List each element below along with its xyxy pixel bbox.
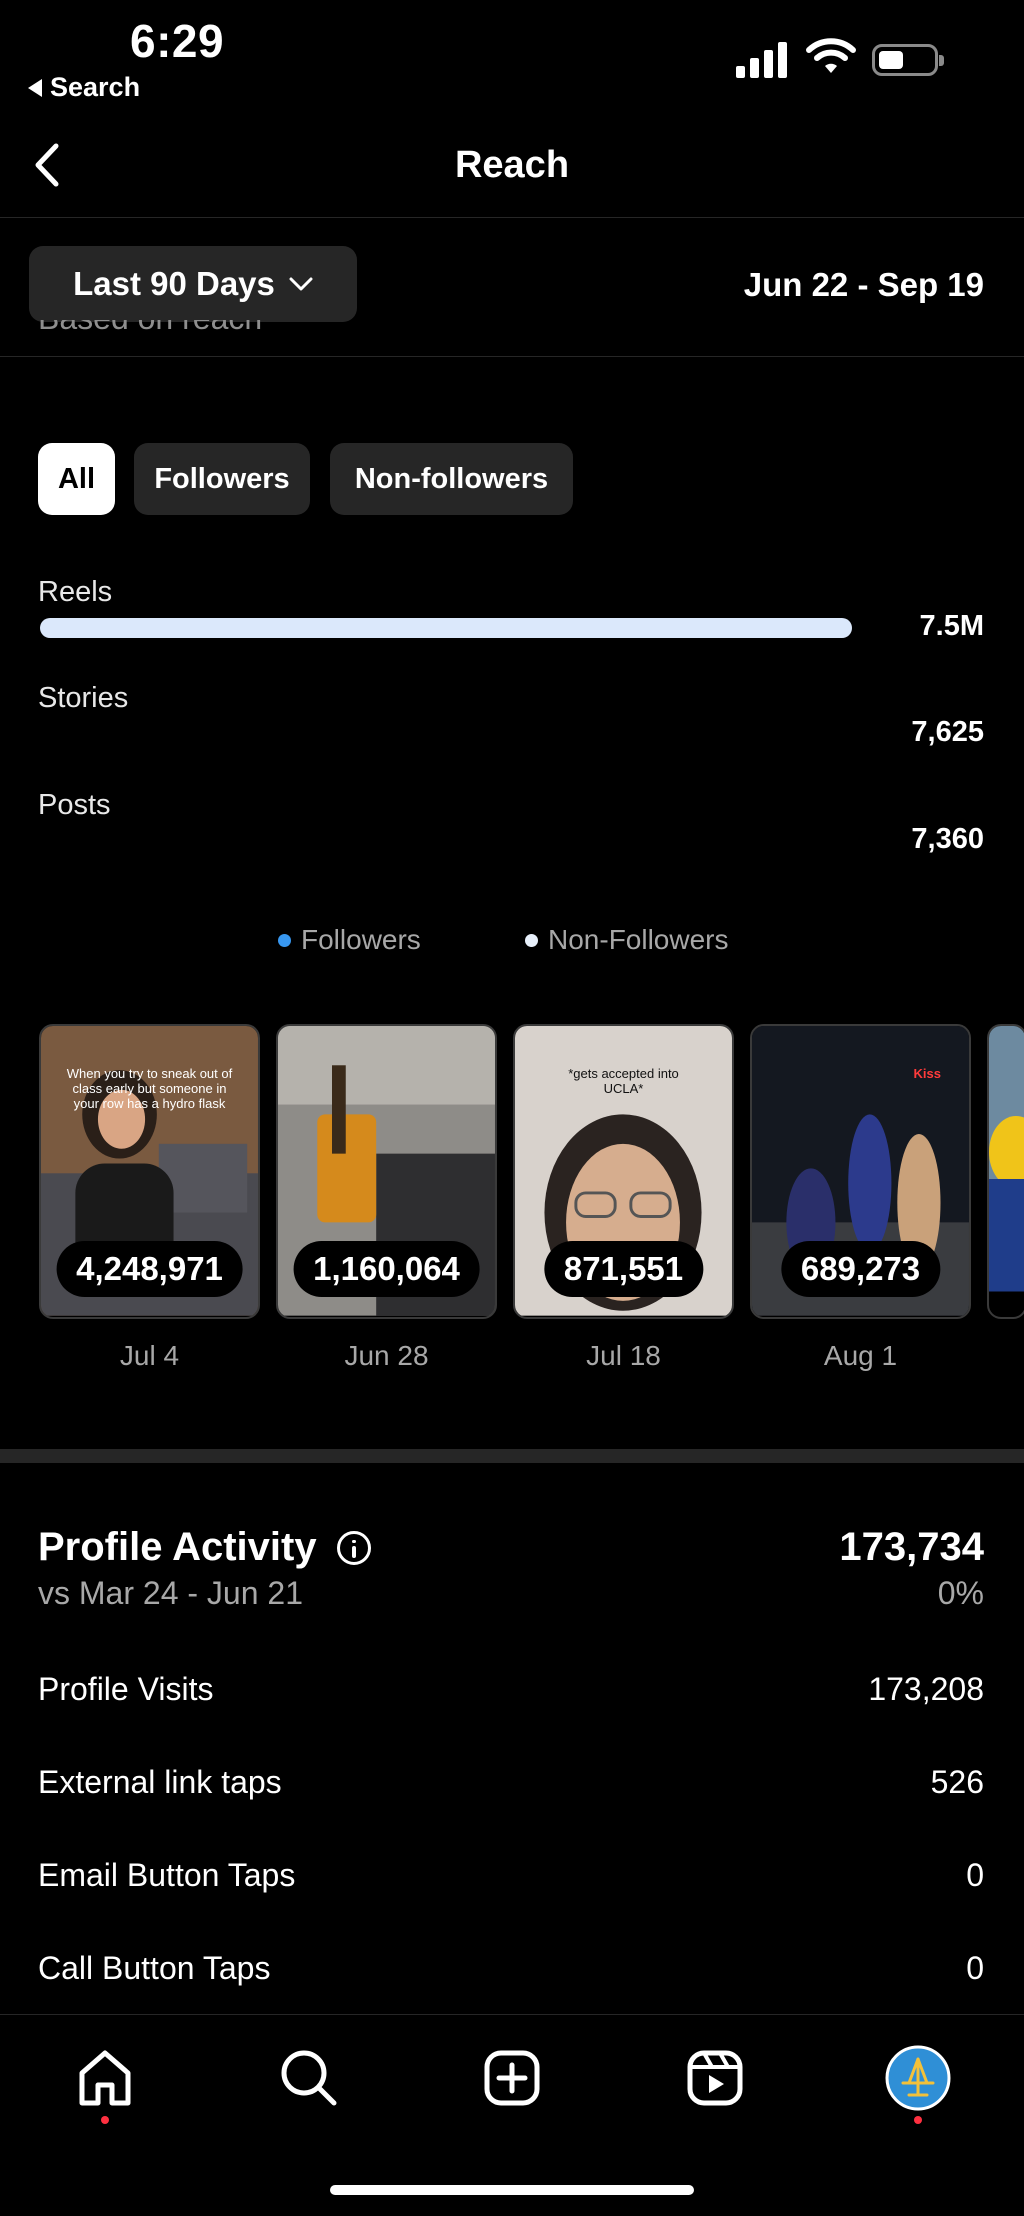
back-to-search-link[interactable]: Search [28, 72, 140, 103]
change-percent: 0% [937, 1575, 984, 1611]
filter-non-followers[interactable]: Non-followers [330, 443, 573, 515]
posts-label: Posts [38, 789, 111, 821]
legend-followers: Followers [278, 924, 421, 956]
stories-label: Stories [38, 682, 129, 714]
thumbnail-date: Jul 4 [119, 1340, 180, 1371]
top-content-thumbnail[interactable]: *gets accepted into UCLA* 871,551 [513, 1024, 734, 1319]
followers-dot-icon [278, 933, 291, 947]
reels-label: Reels [38, 576, 113, 608]
non-followers-dot-icon [525, 933, 538, 947]
legend-non-followers-label: Non-Followers [548, 924, 729, 955]
posts-value: 7,360 [911, 823, 984, 855]
reels-reach-bar [40, 618, 852, 638]
reels-value: 7.5M [919, 610, 984, 642]
external-link-taps-value: 526 [930, 1764, 984, 1800]
home-notification-dot [101, 2116, 109, 2124]
email-button-taps-value: 0 [966, 1857, 984, 1893]
legend-followers-label: Followers [301, 924, 421, 955]
create-icon[interactable] [481, 2047, 543, 2109]
thumbnail-caption: Kiss [913, 1066, 941, 1081]
profile-activity-title: Profile Activity [38, 1525, 317, 1569]
profile-activity-total: 173,734 [839, 1525, 984, 1569]
reach-count-badge: 689,273 [780, 1241, 941, 1297]
top-content-thumbnail[interactable]: When you try to sneak out of class early… [39, 1024, 260, 1319]
top-content-thumbnail-partial[interactable] [987, 1024, 1024, 1319]
date-range-text: Jun 22 - Sep 19 [743, 266, 984, 303]
page-title: Reach [454, 144, 570, 186]
legend-non-followers: Non-Followers [525, 924, 729, 956]
top-content-thumbnail[interactable]: 1,160,064 [276, 1024, 497, 1319]
reach-count-badge: 4,248,971 [56, 1241, 243, 1297]
call-button-taps-value: 0 [966, 1950, 984, 1986]
chevron-down-icon [289, 277, 313, 291]
profile-activity-heading: Profile Activity [38, 1525, 371, 1570]
status-time: 6:29 [130, 15, 225, 67]
profile-notification-dot [914, 2116, 922, 2124]
filter-followers[interactable]: Followers [134, 443, 310, 515]
home-icon[interactable] [74, 2047, 136, 2109]
profile-visits-label: Profile Visits [38, 1671, 214, 1707]
filter-all[interactable]: All [38, 443, 115, 515]
back-triangle-icon [28, 78, 42, 97]
section-hint: Based on reach [38, 320, 262, 356]
reach-count-badge: 1,160,064 [293, 1241, 480, 1297]
thumbnail-date: Jul 18 [586, 1340, 661, 1371]
cellular-signal-icon [736, 38, 787, 78]
date-range-dropdown[interactable]: Last 90 Days [29, 246, 357, 322]
email-button-taps-label: Email Button Taps [38, 1857, 296, 1893]
thumbnail-caption: When you try to sneak out of class early… [66, 1066, 233, 1111]
external-link-taps-label: External link taps [38, 1764, 282, 1800]
search-icon[interactable] [278, 2047, 340, 2109]
date-range-dropdown-label: Last 90 Days [73, 265, 275, 302]
header-divider [0, 217, 1024, 218]
comparison-period: vs Mar 24 - Jun 21 [38, 1575, 303, 1611]
back-app-label: Search [50, 72, 141, 102]
partial-thumbnail-image [989, 1026, 1024, 1292]
call-button-taps-label: Call Button Taps [38, 1950, 271, 1986]
stories-value: 7,625 [911, 716, 984, 748]
thumbnail-caption: *gets accepted into UCLA* [568, 1066, 679, 1096]
reels-icon[interactable] [684, 2047, 746, 2109]
thumbnail-date: Jun 28 [344, 1340, 429, 1371]
profile-visits-value: 173,208 [868, 1671, 984, 1707]
home-indicator [330, 2185, 694, 2195]
filter-divider [0, 356, 1024, 357]
battery-icon [872, 44, 944, 76]
thumbnail-date: Aug 1 [823, 1340, 898, 1371]
section-separator [0, 1449, 1024, 1463]
wifi-icon [806, 38, 856, 73]
top-content-thumbnail[interactable]: Kiss 689,273 [750, 1024, 971, 1319]
reach-count-badge: 871,551 [543, 1241, 704, 1297]
profile-avatar[interactable] [885, 2045, 951, 2111]
info-icon[interactable] [336, 1530, 371, 1565]
